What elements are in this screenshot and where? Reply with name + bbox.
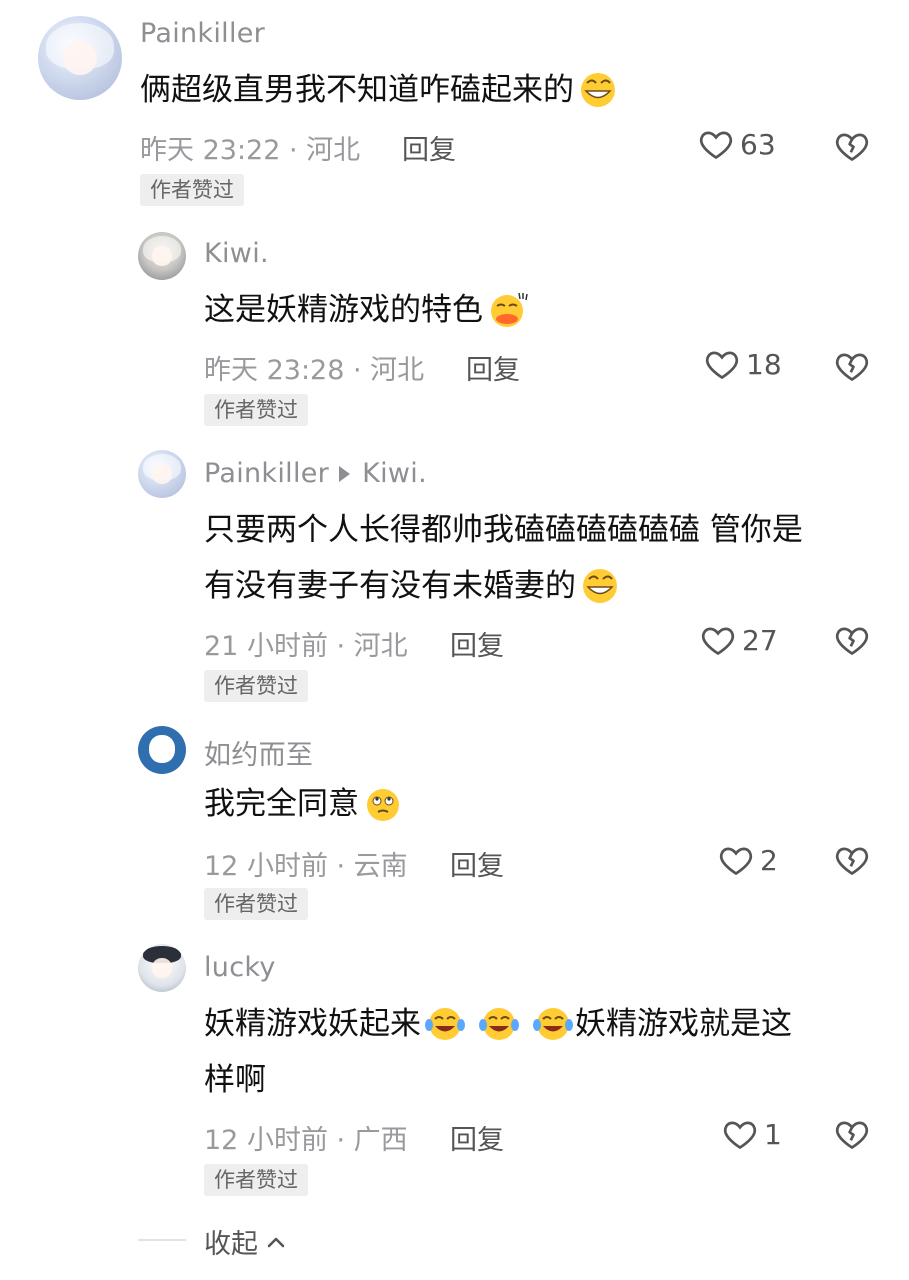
like-button[interactable]: 18 (704, 346, 782, 382)
comment-meta: 昨天 23:22 · 河北 (140, 135, 361, 166)
avatar[interactable] (138, 232, 186, 280)
broken-heart-icon[interactable] (834, 842, 870, 878)
comment: Painkiller 俩超级直男我不知道咋磕起来的 昨天 23:22 · 河北 … (0, 0, 909, 210)
avatar[interactable] (138, 944, 186, 992)
author-liked-badge: 作者赞过 (140, 174, 244, 206)
author-liked-badge: 作者赞过 (204, 670, 308, 702)
username[interactable]: Kiwi. (204, 238, 269, 269)
comment-meta: 昨天 23:28 · 河北 (204, 355, 425, 386)
like-button[interactable]: 27 (700, 622, 778, 658)
heart-icon (718, 842, 754, 878)
tears-of-joy-emoji (423, 1003, 467, 1043)
like-button[interactable]: 2 (718, 842, 778, 878)
username[interactable]: Painkiller (140, 18, 265, 49)
comment-text-line: 妖精游戏妖起来 妖精游戏就是这 (204, 996, 792, 1052)
username[interactable]: 如约而至 (204, 733, 313, 772)
like-count: 2 (760, 843, 778, 877)
like-button[interactable]: 1 (722, 1116, 782, 1152)
like-count: 63 (740, 127, 776, 161)
comment-text-line: 样啊 (204, 1062, 266, 1098)
grinning-face-emoji (578, 565, 622, 605)
avatar[interactable] (38, 16, 122, 100)
reply-button[interactable]: 回复 (402, 128, 456, 167)
tears-of-joy-emoji (531, 1003, 575, 1043)
broken-heart-icon[interactable] (834, 1116, 870, 1152)
like-button[interactable]: 63 (698, 126, 776, 162)
grinning-face-emoji (576, 69, 620, 109)
username[interactable]: lucky (204, 952, 276, 983)
avatar[interactable] (138, 450, 186, 498)
reply-button[interactable]: 回复 (466, 348, 520, 387)
author-liked-badge: 作者赞过 (204, 888, 308, 920)
heart-icon (722, 1116, 758, 1152)
broken-heart-icon[interactable] (834, 622, 870, 658)
eye-roll-face-emoji (361, 783, 405, 823)
reply-button[interactable]: 回复 (450, 844, 504, 883)
heart-icon (700, 622, 736, 658)
author-liked-badge: 作者赞过 (204, 394, 308, 426)
author-liked-badge: 作者赞过 (204, 1164, 308, 1196)
duck-lips-face-emoji (485, 289, 529, 329)
heart-icon (704, 346, 740, 382)
comment-text-line: 只要两个人长得都帅我磕磕磕磕磕磕 管你是 (204, 512, 803, 548)
like-count: 27 (742, 623, 778, 657)
reply-button[interactable]: 回复 (450, 1118, 504, 1157)
comment-text: 我完全同意 (204, 776, 405, 832)
heart-icon (698, 126, 734, 162)
collapse-label: 收起 (204, 1229, 258, 1260)
broken-heart-icon[interactable] (834, 128, 870, 164)
broken-heart-icon[interactable] (834, 348, 870, 384)
comment-meta: 21 小时前 · 河北 (204, 631, 408, 662)
like-count: 18 (746, 347, 782, 381)
comment-text-line: 有没有妻子有没有未婚妻的 (204, 558, 622, 614)
comment-meta: 12 小时前 · 云南 (204, 851, 408, 882)
username[interactable]: Painkiller Kiwi. (204, 458, 427, 489)
like-count: 1 (764, 1117, 782, 1151)
comment-text: 这是妖精游戏的特色 (204, 282, 529, 338)
comment-text: 俩超级直男我不知道咋磕起来的 (140, 62, 620, 118)
reply-button[interactable]: 回复 (450, 624, 504, 663)
comment-meta: 12 小时前 · 广西 (204, 1125, 408, 1156)
tears-of-joy-emoji (477, 1003, 521, 1043)
collapse-button[interactable]: 收起 (204, 1222, 286, 1261)
divider (138, 1239, 186, 1241)
avatar[interactable] (138, 726, 186, 774)
reply-arrow-icon (339, 465, 351, 482)
chevron-up-icon (267, 1237, 285, 1247)
